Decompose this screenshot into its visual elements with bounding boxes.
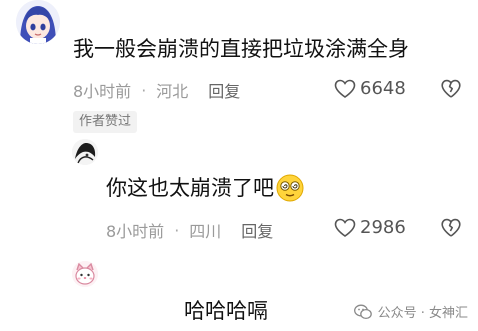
comment-text: 我一般会崩溃的直接把垃圾涂满全身 xyxy=(73,37,409,61)
heart-icon xyxy=(334,218,356,237)
comment-location: 四川 xyxy=(189,222,222,241)
anime-girl-avatar-icon xyxy=(16,0,60,44)
comment-time: 8小时前 xyxy=(106,222,165,241)
dislike-button[interactable] xyxy=(441,79,461,99)
broken-heart-icon xyxy=(441,79,461,98)
watermark: 公众号 · 女神汇 xyxy=(353,302,468,321)
comment-meta: 8小时前 · 河北 回复 xyxy=(73,78,240,102)
reply-button[interactable]: 回复 xyxy=(241,218,273,242)
dizzy-face-emoji-icon xyxy=(276,174,304,209)
comment-text-body: 你这也太崩溃了吧 xyxy=(106,176,274,200)
comment-time: 8小时前 xyxy=(73,82,132,101)
comment-text: 你这也太崩溃了吧 xyxy=(106,174,304,209)
reply-button[interactable]: 回复 xyxy=(208,78,240,102)
author-liked-tag: 作者赞过 xyxy=(73,111,138,133)
meta-separator: · xyxy=(174,220,180,240)
watermark-text: 公众号 · 女神汇 xyxy=(377,306,468,321)
comment-thread: 我一般会崩溃的直接把垃圾涂满全身 8小时前 · 河北 回复 6648 作者赞过 … xyxy=(0,0,478,331)
comment-location: 河北 xyxy=(156,82,189,101)
like-button[interactable]: 2986 xyxy=(334,217,406,238)
pink-cat-avatar-icon xyxy=(72,261,98,287)
user-avatar[interactable] xyxy=(16,0,60,44)
user-avatar[interactable] xyxy=(72,261,98,287)
user-avatar[interactable] xyxy=(72,139,98,165)
dislike-button[interactable] xyxy=(441,218,461,238)
heart-icon xyxy=(334,79,356,98)
wechat-icon xyxy=(353,304,372,319)
comment-meta: 8小时前 · 四川 回复 xyxy=(106,218,273,242)
like-button[interactable]: 6648 xyxy=(334,78,406,99)
like-count: 2986 xyxy=(360,217,406,238)
comment-text: 哈哈哈嗝 xyxy=(184,299,268,323)
dark-sketch-avatar-icon xyxy=(72,139,98,165)
like-count: 6648 xyxy=(360,78,406,99)
broken-heart-icon xyxy=(441,218,461,237)
meta-separator: · xyxy=(141,80,147,100)
